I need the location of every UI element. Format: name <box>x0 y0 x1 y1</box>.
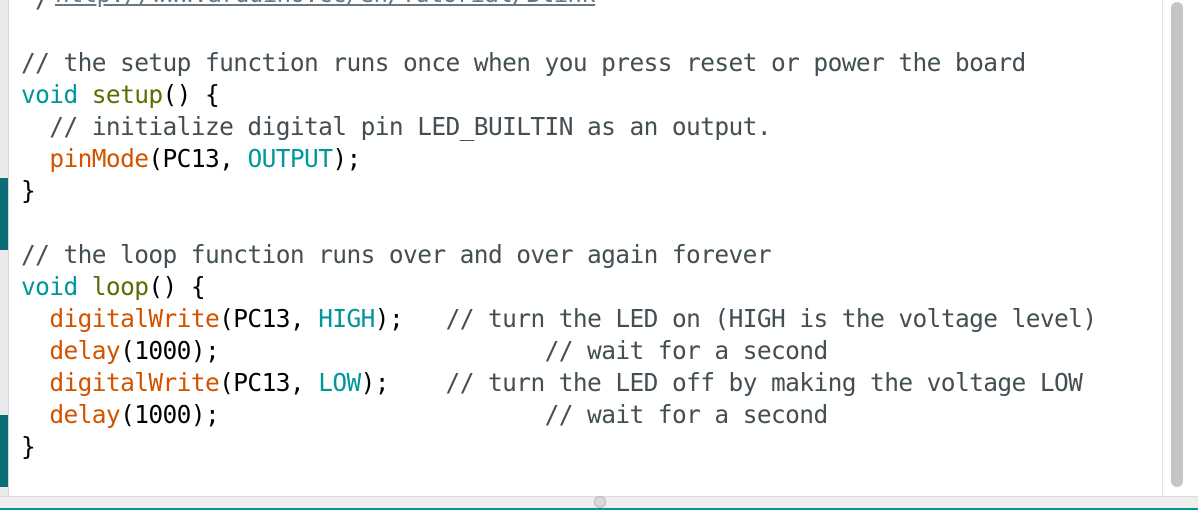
code-token-plain: () { <box>162 80 220 109</box>
code-token-plain: (PC13, <box>219 368 319 397</box>
code-token-name: loop <box>91 272 149 301</box>
code-token-func: digitalWrite <box>49 368 220 397</box>
code-token-plain: ); <box>332 144 361 173</box>
code-token-plain: ); <box>374 304 446 333</box>
code-line[interactable]: digitalWrite(PC13, HIGH); // turn the LE… <box>21 303 1098 335</box>
code-editor[interactable]: http://www.arduino.cc/en/Tutorial/Blink … <box>8 0 1163 496</box>
code-line[interactable]: // the setup function runs once when you… <box>21 47 1096 79</box>
left-edge-panel <box>0 0 8 510</box>
code-token-plain: (1000); <box>120 336 545 365</box>
code-token-type: void <box>21 272 78 301</box>
code-token-func: digitalWrite <box>49 304 220 333</box>
code-token-const: LOW <box>318 368 361 397</box>
code-token-plain: (PC13, <box>219 304 319 333</box>
code-line[interactable]: delay(1000); // wait for a second <box>21 399 1096 431</box>
code-text-area[interactable]: */ // the setup function runs once when … <box>21 0 1098 463</box>
code-token-comment: // wait for a second <box>544 336 829 365</box>
code-line[interactable]: void setup() { <box>21 79 1096 111</box>
code-line[interactable]: pinMode(PC13, OUTPUT); <box>21 143 1096 175</box>
vertical-scrollbar[interactable] <box>1162 0 1198 496</box>
code-line[interactable]: delay(1000); // wait for a second <box>21 335 1096 367</box>
code-token-comment: */ <box>21 0 50 13</box>
code-line[interactable]: */ <box>21 0 1096 15</box>
code-line[interactable] <box>21 207 1096 239</box>
code-line[interactable]: void loop() { <box>21 271 1096 303</box>
code-token-func: pinMode <box>49 144 149 173</box>
code-token-plain: () { <box>148 272 205 301</box>
code-token-plain: } <box>21 176 36 205</box>
code-token-comment: // the loop function runs over and over … <box>21 240 772 269</box>
code-line[interactable]: } <box>21 431 1096 463</box>
code-line[interactable]: // initialize digital pin LED_BUILTIN as… <box>21 111 1096 143</box>
panel-resize-handle[interactable] <box>594 496 606 508</box>
code-line[interactable]: } <box>21 175 1096 207</box>
code-line[interactable] <box>21 15 1096 47</box>
code-token-name: setup <box>91 80 163 109</box>
arduino-ide-window: http://www.arduino.cc/en/Tutorial/Blink … <box>0 0 1198 510</box>
code-token-plain: } <box>21 432 36 461</box>
code-token-comment: // initialize digital pin LED_BUILTIN as… <box>21 112 771 141</box>
left-edge-accent <box>0 178 8 250</box>
code-line[interactable]: digitalWrite(PC13, LOW); // turn the LED… <box>21 367 1096 399</box>
scrollbar-thumb[interactable] <box>1171 2 1183 487</box>
code-token-const: OUTPUT <box>247 144 333 173</box>
code-token-comment: // turn the LED off by making the voltag… <box>445 368 1083 397</box>
code-line[interactable]: // the loop function runs over and over … <box>21 239 1096 271</box>
code-token-comment: // the setup function runs once when you… <box>21 48 1026 77</box>
code-token-plain: (1000); <box>120 400 545 429</box>
code-token-plain: (PC13, <box>148 144 248 173</box>
code-token-type: void <box>21 80 78 109</box>
left-edge-accent <box>0 415 8 487</box>
code-token-plain: ); <box>360 368 446 397</box>
code-token-func: delay <box>49 336 121 365</box>
code-token-comment: // turn the LED on (HIGH is the voltage … <box>445 304 1098 333</box>
code-token-func: delay <box>49 400 121 429</box>
code-token-const: HIGH <box>318 304 375 333</box>
code-token-comment: // wait for a second <box>544 400 829 429</box>
